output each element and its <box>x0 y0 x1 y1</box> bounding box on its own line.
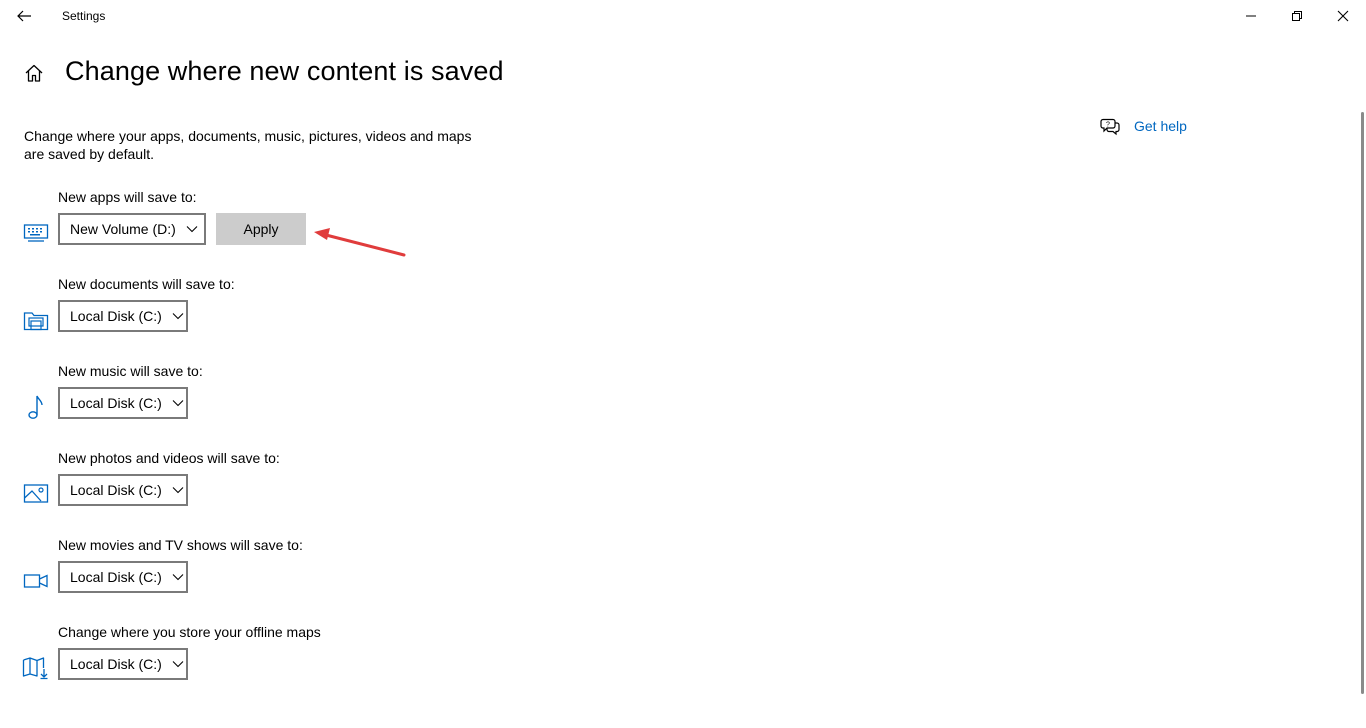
setting-label: New music will save to: <box>58 363 203 379</box>
chevron-down-icon <box>172 573 184 581</box>
setting-movies: New movies and TV shows will save to: Lo… <box>0 537 700 617</box>
home-icon <box>25 64 43 82</box>
annotation-arrow-icon <box>314 228 406 257</box>
photos-drive-dropdown[interactable]: Local Disk (C:) <box>58 474 188 506</box>
home-button[interactable] <box>22 61 46 85</box>
setting-label: New photos and videos will save to: <box>58 450 280 466</box>
back-arrow-icon <box>17 10 31 22</box>
minimize-icon <box>1246 15 1256 17</box>
monitor-keyboard-icon <box>22 219 50 247</box>
chevron-down-icon <box>172 312 184 320</box>
title-bar: Settings <box>0 0 1366 32</box>
back-button[interactable] <box>8 0 40 32</box>
music-drive-dropdown[interactable]: Local Disk (C:) <box>58 387 188 419</box>
documents-drive-dropdown[interactable]: Local Disk (C:) <box>58 300 188 332</box>
minimize-button[interactable] <box>1228 0 1274 32</box>
dropdown-value: Local Disk (C:) <box>70 656 162 672</box>
setting-music: New music will save to: Local Disk (C:) <box>0 363 700 443</box>
picture-icon <box>22 480 50 508</box>
get-help-link[interactable]: ? Get help <box>1100 116 1187 136</box>
dropdown-value: Local Disk (C:) <box>70 569 162 585</box>
page-description: Change where your apps, documents, music… <box>24 128 472 162</box>
dropdown-value: New Volume (D:) <box>70 221 176 237</box>
music-note-icon <box>22 393 50 421</box>
offline-map-icon <box>22 654 50 682</box>
chevron-down-icon <box>172 486 184 494</box>
maps-drive-dropdown[interactable]: Local Disk (C:) <box>58 648 188 680</box>
vertical-scrollbar[interactable] <box>1361 112 1364 694</box>
documents-folder-icon <box>22 306 50 334</box>
dropdown-value: Local Disk (C:) <box>70 395 162 411</box>
page-title: Change where new content is saved <box>65 56 504 86</box>
get-help-label[interactable]: Get help <box>1134 118 1187 134</box>
help-chat-icon: ? <box>1100 118 1120 136</box>
setting-label: New movies and TV shows will save to: <box>58 537 303 553</box>
setting-offline-maps: Change where you store your offline maps… <box>0 624 700 704</box>
chevron-down-icon <box>172 660 184 668</box>
dropdown-value: Local Disk (C:) <box>70 308 162 324</box>
dropdown-value: Local Disk (C:) <box>70 482 162 498</box>
setting-label: New documents will save to: <box>58 276 235 292</box>
svg-text:?: ? <box>1106 122 1110 129</box>
setting-photos: New photos and videos will save to: Loca… <box>0 450 700 530</box>
setting-label: Change where you store your offline maps <box>58 624 321 640</box>
chevron-down-icon <box>186 225 198 233</box>
movies-drive-dropdown[interactable]: Local Disk (C:) <box>58 561 188 593</box>
restore-button[interactable] <box>1274 0 1320 32</box>
close-button[interactable] <box>1320 0 1366 32</box>
close-icon <box>1337 10 1349 22</box>
apply-button[interactable]: Apply <box>216 213 306 245</box>
app-title: Settings <box>62 9 106 23</box>
setting-label: New apps will save to: <box>58 189 197 205</box>
video-camera-icon <box>22 567 50 595</box>
restore-icon <box>1292 11 1302 21</box>
settings-window: Settings Change where new content is sav… <box>0 0 1366 728</box>
chevron-down-icon <box>172 399 184 407</box>
apps-drive-dropdown[interactable]: New Volume (D:) <box>58 213 206 245</box>
setting-documents: New documents will save to: Local Disk (… <box>0 276 700 356</box>
